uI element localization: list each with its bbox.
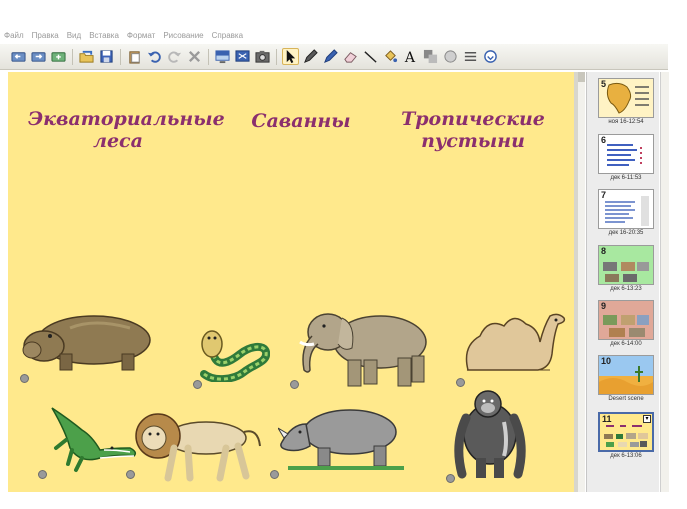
page-sorter-scrollbar[interactable] — [660, 72, 669, 492]
object-handle[interactable] — [20, 374, 29, 383]
lion-image[interactable] — [130, 408, 264, 482]
heading-line: леса — [93, 130, 143, 152]
toolbar-separator — [72, 48, 73, 65]
animals-grid-icon — [603, 262, 649, 282]
forward-icon[interactable] — [30, 48, 47, 65]
toolbar-separator — [120, 48, 121, 65]
slide-preview: 9 — [598, 300, 654, 340]
slide-thumbnail-5[interactable]: 5 ноя 16-12:54 — [598, 78, 654, 125]
select-icon[interactable] — [282, 48, 299, 65]
creative-pen-icon[interactable] — [322, 48, 339, 65]
slide-caption: дек 6-13:06 — [610, 453, 642, 459]
heading-line: пустыни — [421, 130, 525, 152]
slide-caption: ноя 16-12:54 — [608, 119, 644, 125]
delete-icon[interactable] — [186, 48, 203, 65]
properties-icon[interactable] — [462, 48, 479, 65]
full-screen-icon[interactable] — [234, 48, 251, 65]
slide-preview: 6 — [598, 134, 654, 174]
menu-file[interactable]: Файл — [4, 31, 24, 40]
gorilla-image[interactable] — [448, 388, 534, 480]
add-page-icon[interactable] — [50, 48, 67, 65]
slide-number: 9 — [601, 301, 607, 311]
object-handle[interactable] — [290, 380, 299, 389]
object-handle[interactable] — [193, 380, 202, 389]
heading-tropical-deserts[interactable]: Тропические пустыни — [398, 108, 548, 152]
eraser-icon[interactable] — [342, 48, 359, 65]
object-handle[interactable] — [456, 378, 465, 387]
camel-image[interactable] — [460, 308, 570, 380]
slide-preview: 8 — [598, 245, 654, 285]
menu-draw[interactable]: Рисование — [163, 31, 203, 40]
undo-icon[interactable] — [146, 48, 163, 65]
slide-thumbnail-8[interactable]: 8 дек 6-13:23 — [598, 245, 654, 292]
slide-menu-dropdown-icon[interactable]: ▾ — [643, 415, 651, 423]
slide-number: 5 — [601, 79, 607, 89]
slide-thumbnail-6[interactable]: 6 дек 6-11:53 — [598, 134, 654, 181]
slide-number: 11 — [602, 414, 612, 424]
shapes-icon[interactable] — [422, 48, 439, 65]
photos-grid-icon — [603, 315, 649, 337]
text-lines-icon — [605, 196, 649, 226]
rhinoceros-image[interactable] — [278, 402, 408, 472]
africa-map-icon — [606, 82, 649, 114]
slide-number: 6 — [601, 135, 607, 145]
magic-pen-icon[interactable] — [442, 48, 459, 65]
menu-bar: Файл Правка Вид Вставка Формат Рисование… — [0, 28, 668, 42]
toolbar-separator — [208, 48, 209, 65]
menu-insert[interactable]: Вставка — [89, 31, 119, 40]
slide-caption: дек 16-20:35 — [608, 230, 644, 236]
heading-line: Тропические — [401, 108, 545, 130]
scrollbar-thumb[interactable] — [578, 72, 585, 82]
slide-thumbnail-11[interactable]: 11 ▾ дек 6-13:06 — [598, 412, 654, 459]
slide-caption: дек 6-13:23 — [610, 286, 642, 292]
fill-icon[interactable] — [382, 48, 399, 65]
elephant-image[interactable] — [294, 304, 436, 388]
camera-icon[interactable] — [254, 48, 271, 65]
paste-icon[interactable] — [126, 48, 143, 65]
back-icon[interactable] — [10, 48, 27, 65]
slide-number: 10 — [601, 356, 612, 366]
slide-caption: Desert scene — [608, 396, 644, 402]
slide-preview: 5 — [598, 78, 654, 118]
slide-caption: дек 6-11:53 — [610, 175, 642, 181]
slide-preview: 11 ▾ — [598, 412, 654, 452]
object-handle[interactable] — [446, 474, 455, 483]
slide-thumbnail-10[interactable]: 10 Desert scene — [598, 355, 654, 402]
slide-number: 7 — [601, 190, 607, 200]
slide-number: 8 — [601, 246, 607, 256]
svg-text:A: A — [404, 50, 416, 64]
redo-icon[interactable] — [166, 48, 183, 65]
menu-view[interactable]: Вид — [67, 31, 81, 40]
text-icon[interactable]: A — [402, 48, 419, 65]
cobra-image[interactable] — [194, 328, 270, 382]
menu-edit[interactable]: Правка — [32, 31, 59, 40]
more-icon[interactable] — [482, 48, 499, 65]
slide-caption: дек 6-14:00 — [610, 341, 642, 347]
toolbar-separator — [276, 48, 277, 65]
crocodile-image[interactable] — [42, 400, 138, 474]
line-icon[interactable] — [362, 48, 379, 65]
toolbar: A — [0, 44, 668, 70]
slide-thumbnail-9[interactable]: 9 дек 6-14:00 — [598, 300, 654, 347]
hippo-image[interactable] — [22, 310, 156, 372]
heading-line: Экваториальные — [28, 108, 225, 130]
slide-preview: 10 — [598, 355, 654, 395]
text-lines-icon — [607, 144, 642, 167]
object-handle[interactable] — [126, 470, 135, 479]
object-handle[interactable] — [38, 470, 47, 479]
open-icon[interactable] — [78, 48, 95, 65]
menu-help[interactable]: Справка — [212, 31, 243, 40]
heading-equatorial-forests[interactable]: Экваториальные леса — [28, 108, 225, 152]
menu-format[interactable]: Формат — [127, 31, 155, 40]
canvas-scrollbar[interactable] — [578, 72, 585, 492]
pen-icon[interactable] — [302, 48, 319, 65]
heading-line: Саванны — [251, 110, 351, 132]
slide-preview: 7 — [598, 189, 654, 229]
save-icon[interactable] — [98, 48, 115, 65]
object-handle[interactable] — [270, 470, 279, 479]
screen-shade-icon[interactable] — [214, 48, 231, 65]
heading-savannas[interactable]: Саванны — [246, 110, 356, 132]
slide-thumbnail-7[interactable]: 7 дек 16-20:35 — [598, 189, 654, 236]
whiteboard-canvas[interactable]: Экваториальные леса Саванны Тропические … — [8, 72, 574, 492]
